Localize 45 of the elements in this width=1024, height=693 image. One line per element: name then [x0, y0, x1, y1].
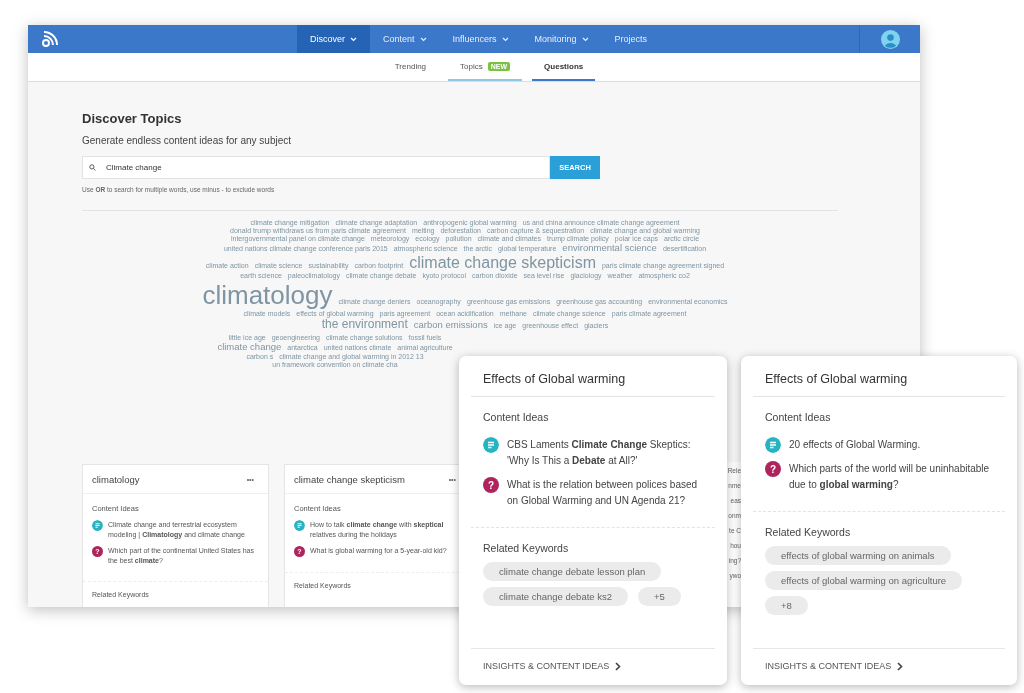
- nav-item[interactable]: Discover: [297, 25, 370, 53]
- section-label: Content Ideas: [764, 410, 832, 425]
- page-subtitle: Generate endless content ideas for any subject: [82, 135, 293, 147]
- card-title: Effects of Global warming: [471, 356, 715, 397]
- document-icon: [483, 437, 499, 453]
- tab[interactable]: Trending: [382, 53, 439, 81]
- card-title: Effects of Global warming: [753, 356, 1005, 397]
- search-field[interactable]: Climate change: [82, 156, 550, 179]
- document-icon: [294, 520, 305, 531]
- content-idea[interactable]: What is the relation between polices based on Global Warming and UN Agenda 21?: [507, 477, 703, 509]
- keyword-chip[interactable]: climate change debate lesson plan: [483, 562, 662, 581]
- keyword-chip[interactable]: +5: [638, 587, 681, 606]
- content-idea[interactable]: CBS Laments Climate Change Skeptics: 'Why Is This a Debate at All?': [507, 437, 703, 469]
- keyword-chip[interactable]: climate change debate ks2: [483, 587, 629, 606]
- keyword-chip[interactable]: effects of global warming on animals: [765, 546, 951, 565]
- page-title: Discover Topics: [82, 111, 183, 127]
- content-idea[interactable]: 20 effects of Global Warming.: [789, 437, 921, 453]
- question-icon: ?: [765, 461, 781, 477]
- question-icon: ?: [483, 477, 499, 493]
- insights-link[interactable]: INSIGHTS & CONTENT IDEAS: [483, 661, 610, 671]
- content-idea[interactable]: Which parts of the world will be uninhabitable due to global warming?: [789, 461, 993, 493]
- nav-item[interactable]: Content: [370, 25, 440, 53]
- cloud-word[interactable]: carbon emissions: [413, 320, 488, 332]
- card-title: climatology: [92, 473, 140, 485]
- tab[interactable]: Questions: [532, 53, 596, 81]
- nav-item[interactable]: Monitoring: [521, 25, 602, 53]
- cloud-word[interactable]: environmental science: [562, 243, 657, 255]
- nav-item[interactable]: Influencers: [439, 25, 522, 53]
- logo-icon[interactable]: [40, 29, 60, 49]
- search-icon: [89, 164, 96, 171]
- cloud-word[interactable]: the environment: [321, 318, 408, 333]
- nav-item[interactable]: Projects: [601, 25, 661, 53]
- keyword-chip[interactable]: +8: [765, 596, 808, 615]
- card-title: climate change skepticism: [294, 473, 405, 485]
- chevron-right-icon: [897, 661, 904, 671]
- document-icon: [92, 520, 103, 531]
- chevron-right-icon: [615, 661, 622, 671]
- avatar-icon[interactable]: [880, 29, 900, 49]
- cloud-word[interactable]: climate change: [217, 342, 282, 354]
- insights-link[interactable]: INSIGHTS & CONTENT IDEAS: [765, 661, 892, 671]
- keyword-chip[interactable]: effects of global warming on agriculture: [765, 571, 963, 590]
- cloud-word[interactable]: climate change skepticism: [409, 254, 596, 273]
- section-label: Content Ideas: [482, 410, 550, 425]
- document-icon: [765, 437, 781, 453]
- cloud-word[interactable]: climatology: [202, 280, 333, 311]
